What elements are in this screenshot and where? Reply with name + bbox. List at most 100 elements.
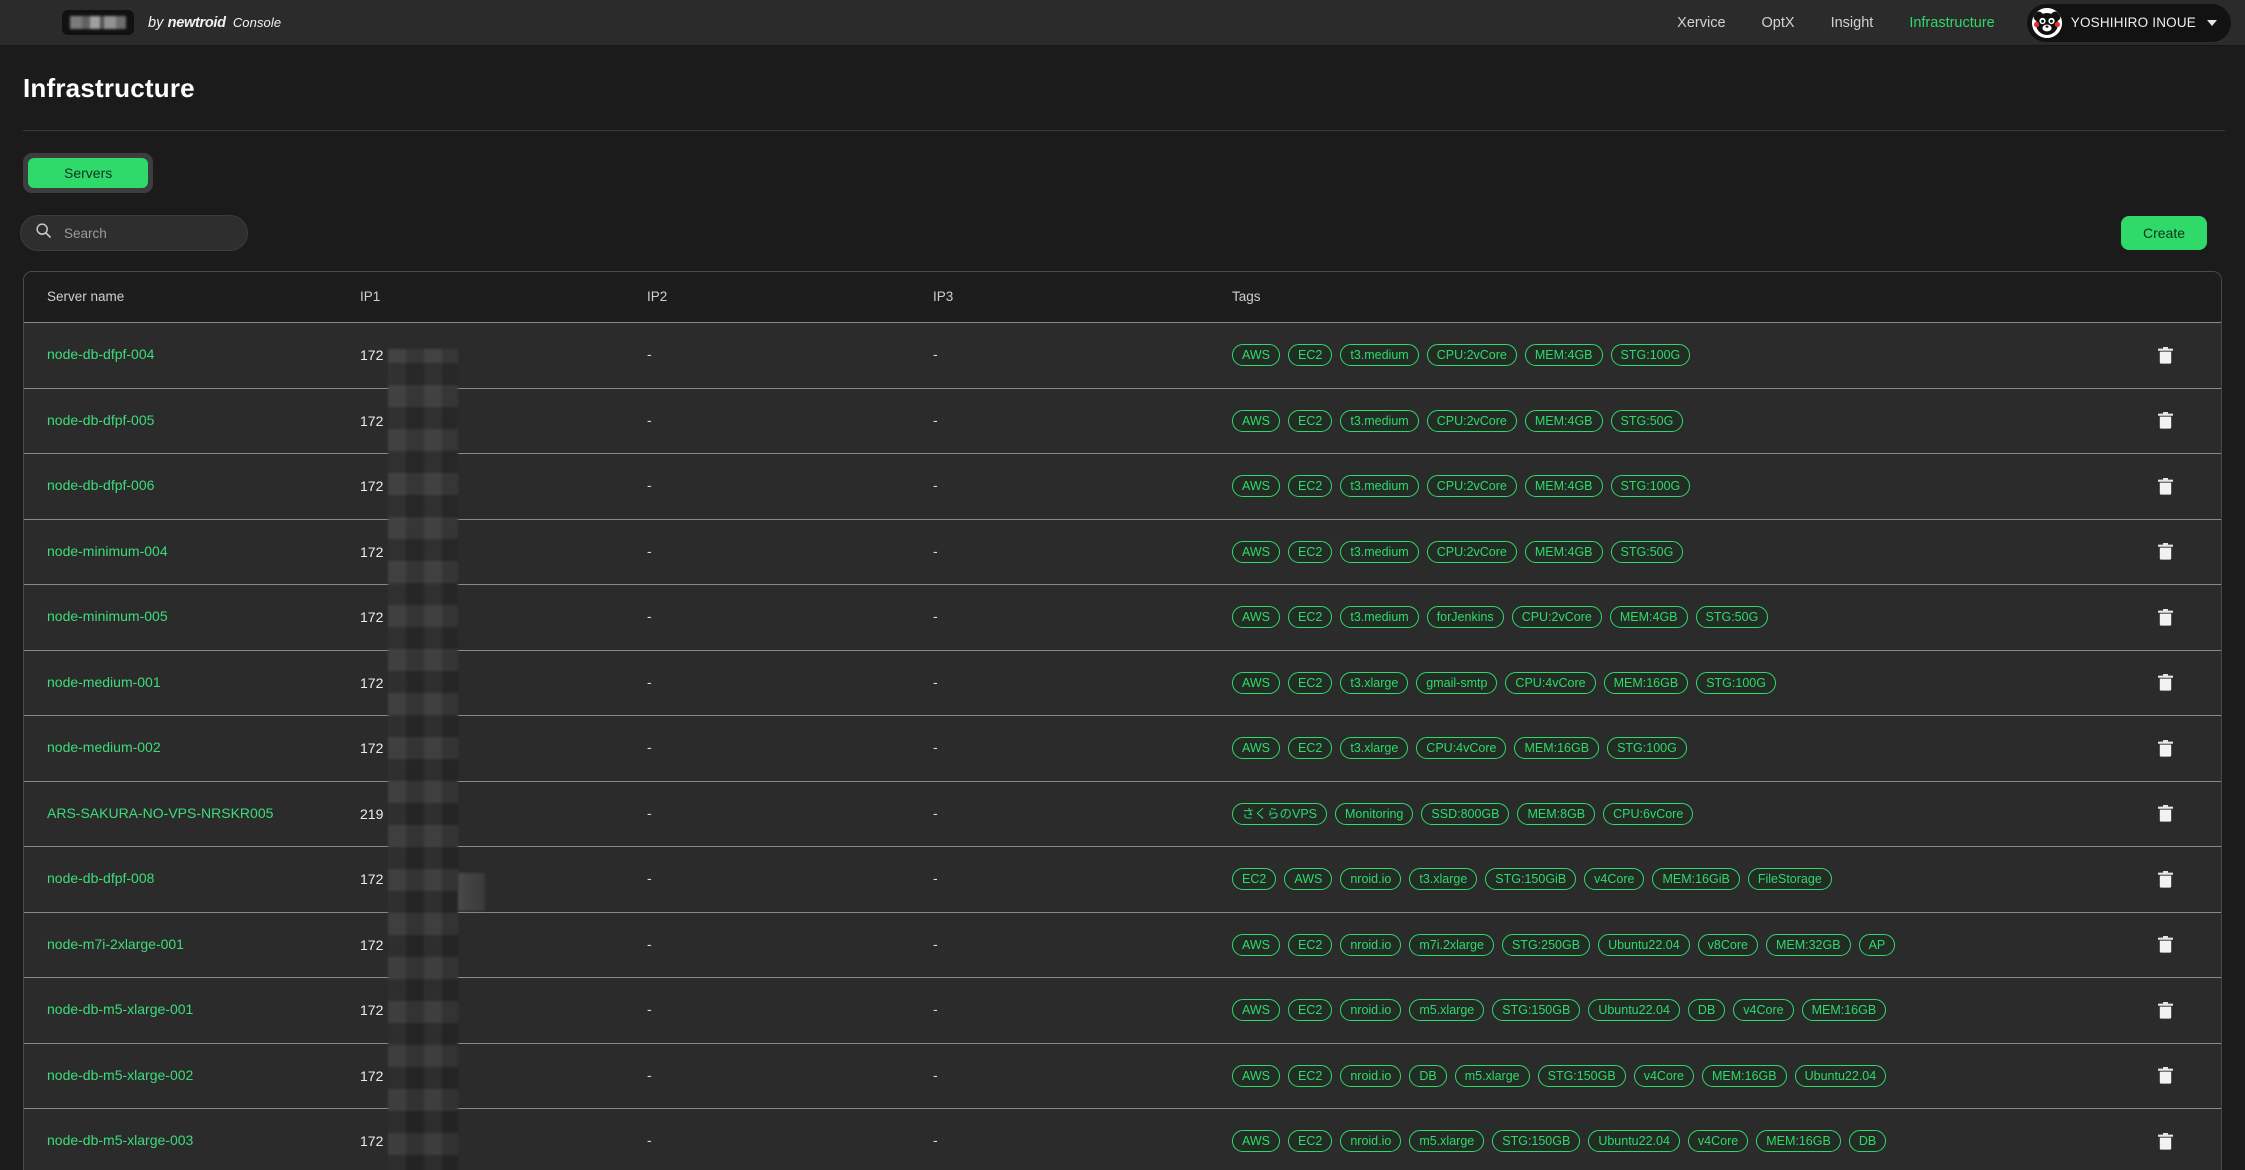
- tag-chip[interactable]: MEM:4GB: [1524, 409, 1603, 432]
- tag-chip[interactable]: MEM:16GB: [1603, 671, 1689, 694]
- brand[interactable]: by newtroid Console: [62, 10, 281, 35]
- server-name-link[interactable]: node-db-dfpf-005: [47, 412, 154, 428]
- tag-chip[interactable]: AWS: [1284, 868, 1333, 891]
- tag-chip[interactable]: Ubuntu22.04: [1598, 933, 1690, 956]
- server-name-link[interactable]: node-minimum-005: [47, 608, 168, 624]
- tag-chip[interactable]: STG:150GiB: [1485, 868, 1577, 891]
- tag-chip[interactable]: Ubuntu22.04: [1588, 1130, 1680, 1153]
- server-name-link[interactable]: ARS-SAKURA-NO-VPS-NRSKR005: [47, 805, 273, 821]
- tag-chip[interactable]: m5.xlarge: [1454, 1064, 1530, 1087]
- nav-item-xervice[interactable]: Xervice: [1659, 15, 1743, 31]
- nav-item-insight[interactable]: Insight: [1813, 15, 1892, 31]
- chevron-down-icon[interactable]: [2207, 19, 2217, 26]
- server-name-link[interactable]: node-db-m5-xlarge-002: [47, 1067, 193, 1083]
- tab-servers[interactable]: Servers: [28, 158, 149, 188]
- delete-server-button[interactable]: [2148, 600, 2182, 634]
- tag-chip[interactable]: MEM:4GB: [1524, 475, 1603, 498]
- tag-chip[interactable]: STG:150GB: [1492, 999, 1581, 1022]
- nav-item-infrastructure[interactable]: Infrastructure: [1891, 15, 2012, 31]
- delete-server-button[interactable]: [2148, 666, 2182, 700]
- tag-chip[interactable]: m5.xlarge: [1409, 999, 1485, 1022]
- tag-chip[interactable]: nroid.io: [1340, 933, 1402, 956]
- delete-server-button[interactable]: [2148, 797, 2182, 831]
- delete-server-button[interactable]: [2148, 928, 2182, 962]
- tag-chip[interactable]: EC2: [1288, 606, 1333, 629]
- tag-chip[interactable]: CPU:2vCore: [1511, 606, 1602, 629]
- tag-chip[interactable]: STG:50G: [1695, 606, 1769, 629]
- tag-chip[interactable]: v4Core: [1633, 1064, 1694, 1087]
- tag-chip[interactable]: STG:100G: [1610, 344, 1691, 367]
- tag-chip[interactable]: t3.medium: [1340, 344, 1419, 367]
- server-name-link[interactable]: node-db-dfpf-008: [47, 870, 154, 886]
- tag-chip[interactable]: v4Core: [1584, 868, 1645, 891]
- tag-chip[interactable]: AWS: [1232, 999, 1281, 1022]
- search-box[interactable]: [20, 215, 248, 251]
- tag-chip[interactable]: CPU:2vCore: [1426, 540, 1517, 563]
- tag-chip[interactable]: nroid.io: [1340, 868, 1402, 891]
- tag-chip[interactable]: CPU:2vCore: [1426, 475, 1517, 498]
- tag-chip[interactable]: AWS: [1232, 1130, 1281, 1153]
- server-name-link[interactable]: node-m7i-2xlarge-001: [47, 936, 184, 952]
- tag-chip[interactable]: STG:250GB: [1501, 933, 1591, 956]
- search-input[interactable]: [64, 225, 233, 241]
- tag-chip[interactable]: STG:150GB: [1492, 1130, 1581, 1153]
- delete-server-button[interactable]: [2148, 1124, 2182, 1158]
- tag-chip[interactable]: CPU:4vCore: [1505, 671, 1596, 694]
- tag-chip[interactable]: MEM:4GB: [1524, 344, 1603, 367]
- tag-chip[interactable]: DB: [1409, 1064, 1447, 1087]
- tag-chip[interactable]: EC2: [1288, 1064, 1333, 1087]
- tag-chip[interactable]: MEM:16GiB: [1652, 868, 1740, 891]
- server-name-link[interactable]: node-medium-001: [47, 674, 161, 690]
- tag-chip[interactable]: t3.xlarge: [1409, 868, 1478, 891]
- tag-chip[interactable]: t3.medium: [1340, 606, 1419, 629]
- tag-chip[interactable]: AWS: [1232, 540, 1281, 563]
- delete-server-button[interactable]: [2148, 338, 2182, 372]
- tag-chip[interactable]: AWS: [1232, 409, 1281, 432]
- tag-chip[interactable]: AWS: [1232, 475, 1281, 498]
- tag-chip[interactable]: EC2: [1288, 344, 1333, 367]
- tag-chip[interactable]: EC2: [1288, 475, 1333, 498]
- tag-chip[interactable]: CPU:6vCore: [1603, 802, 1694, 825]
- tag-chip[interactable]: DB: [1848, 1130, 1887, 1153]
- nav-item-optx[interactable]: OptX: [1744, 15, 1813, 31]
- delete-server-button[interactable]: [2148, 1059, 2182, 1093]
- server-name-link[interactable]: node-db-m5-xlarge-001: [47, 1001, 193, 1017]
- server-name-link[interactable]: node-db-dfpf-004: [47, 346, 154, 362]
- tag-chip[interactable]: FileStorage: [1747, 868, 1832, 891]
- tag-chip[interactable]: CPU:4vCore: [1416, 737, 1507, 760]
- tag-chip[interactable]: MEM:16GB: [1756, 1130, 1841, 1153]
- tag-chip[interactable]: AWS: [1232, 1064, 1281, 1087]
- tag-chip[interactable]: Monitoring: [1335, 802, 1414, 825]
- tag-chip[interactable]: t3.medium: [1340, 540, 1419, 563]
- tag-chip[interactable]: t3.medium: [1340, 475, 1419, 498]
- tag-chip[interactable]: nroid.io: [1340, 999, 1402, 1022]
- tag-chip[interactable]: Ubuntu22.04: [1794, 1064, 1887, 1087]
- tag-chip[interactable]: MEM:4GB: [1524, 540, 1603, 563]
- tag-chip[interactable]: MEM:16GB: [1514, 737, 1600, 760]
- tag-chip[interactable]: v4Core: [1687, 1130, 1749, 1153]
- server-name-link[interactable]: node-minimum-004: [47, 543, 168, 559]
- tag-chip[interactable]: gmail-smtp: [1416, 671, 1498, 694]
- user-menu[interactable]: YOSHIHIRO INOUE: [2026, 3, 2231, 42]
- tag-chip[interactable]: v4Core: [1733, 999, 1794, 1022]
- tag-chip[interactable]: Ubuntu22.04: [1588, 999, 1680, 1022]
- tag-chip[interactable]: CPU:2vCore: [1426, 409, 1517, 432]
- tag-chip[interactable]: nroid.io: [1340, 1130, 1402, 1153]
- tag-chip[interactable]: MEM:16GB: [1702, 1064, 1787, 1087]
- tag-chip[interactable]: STG:100G: [1610, 475, 1691, 498]
- tag-chip[interactable]: AWS: [1232, 606, 1281, 629]
- tag-chip[interactable]: MEM:4GB: [1609, 606, 1688, 629]
- tag-chip[interactable]: nroid.io: [1340, 1064, 1402, 1087]
- tag-chip[interactable]: EC2: [1232, 868, 1277, 891]
- delete-server-button[interactable]: [2148, 731, 2182, 765]
- create-button[interactable]: Create: [2120, 216, 2207, 250]
- tag-chip[interactable]: SSD:800GB: [1421, 802, 1510, 825]
- delete-server-button[interactable]: [2148, 535, 2182, 569]
- tag-chip[interactable]: MEM:32GB: [1765, 933, 1851, 956]
- tag-chip[interactable]: EC2: [1288, 999, 1333, 1022]
- delete-server-button[interactable]: [2148, 862, 2182, 896]
- tag-chip[interactable]: t3.medium: [1340, 409, 1419, 432]
- tag-chip[interactable]: STG:50G: [1610, 409, 1684, 432]
- tag-chip[interactable]: EC2: [1288, 409, 1333, 432]
- tag-chip[interactable]: DB: [1687, 999, 1726, 1022]
